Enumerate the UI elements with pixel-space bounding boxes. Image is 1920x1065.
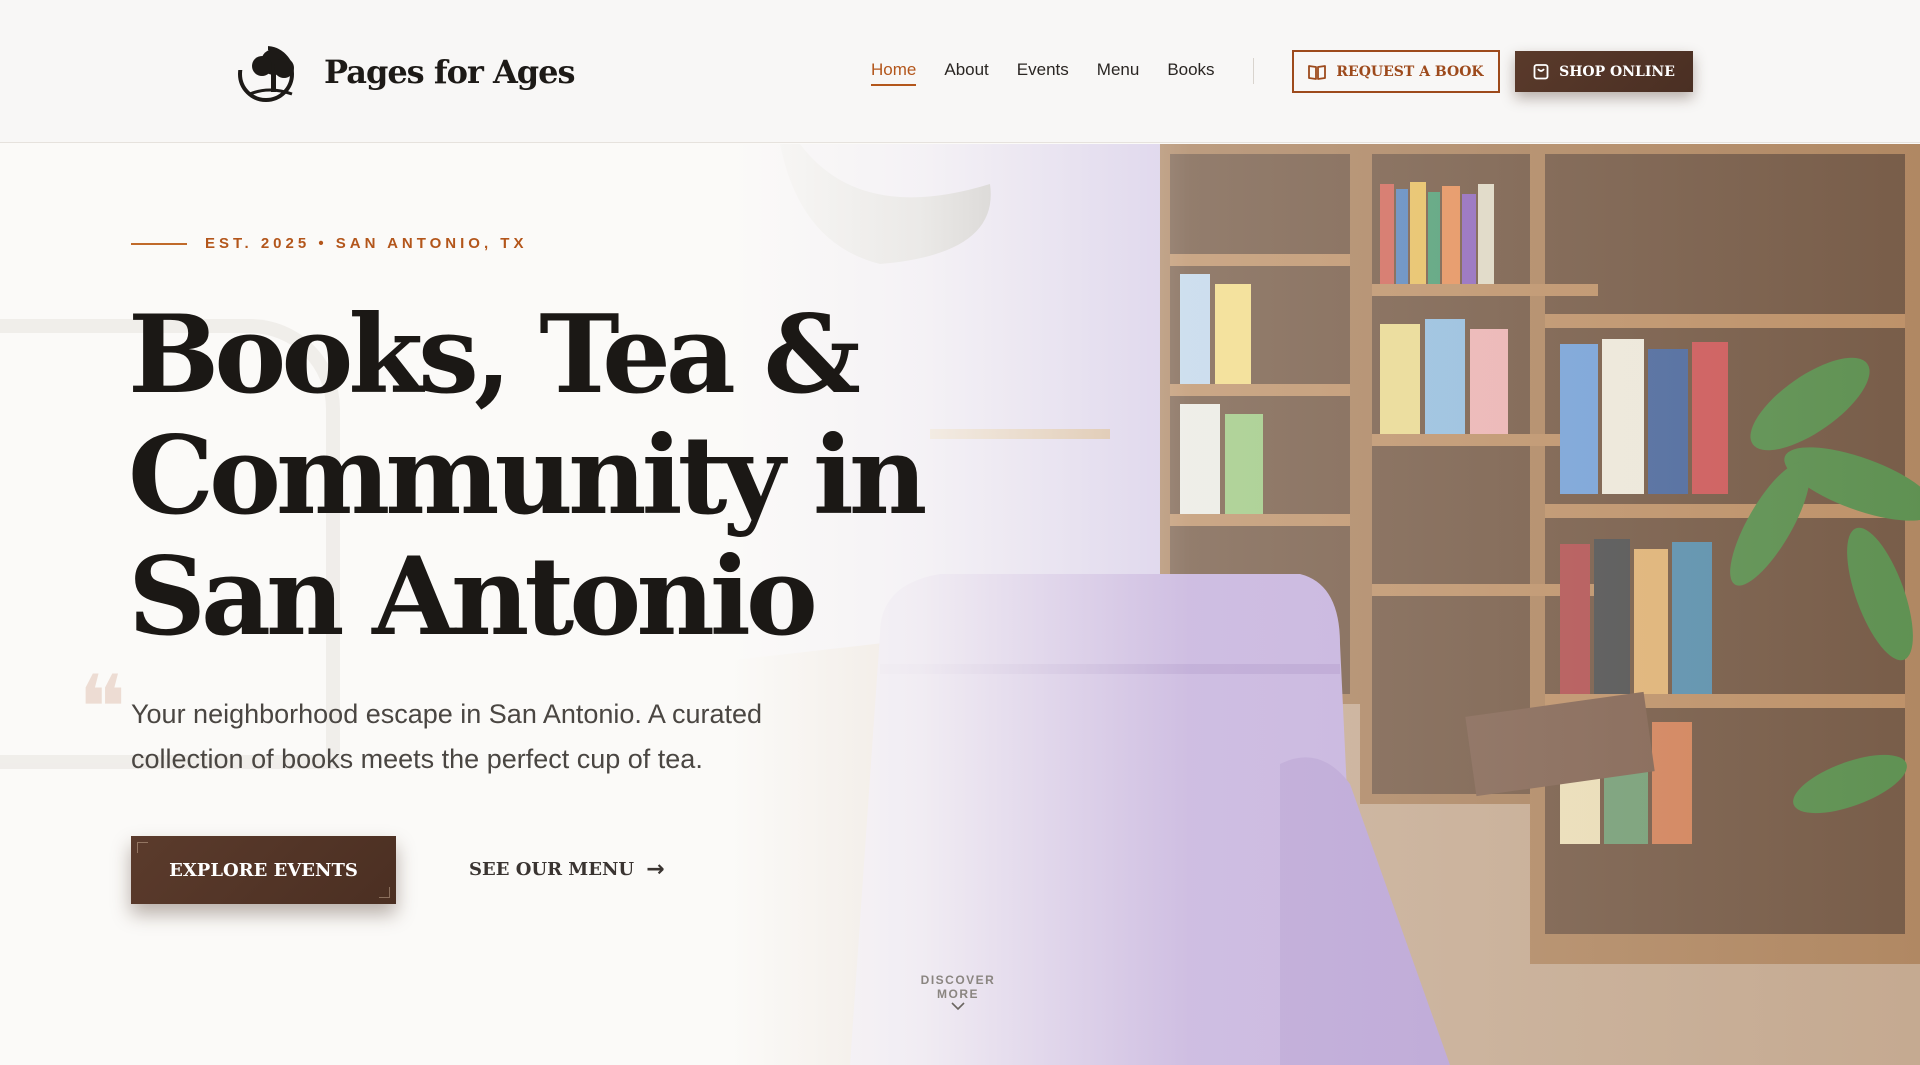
see-menu-link[interactable]: SEE OUR MENU → (469, 857, 665, 882)
chevron-down-icon[interactable] (950, 998, 966, 1014)
book-icon (1308, 64, 1327, 80)
shop-online-label: SHOP ONLINE (1559, 63, 1675, 80)
see-menu-label: SEE OUR MENU (469, 859, 635, 880)
brand-logo[interactable]: Pages for Ages (238, 42, 576, 102)
main-nav: Home About Events Menu Books (871, 60, 1243, 86)
hero-headline: Books, Tea & Community in San Antonio (128, 295, 1088, 658)
nav-item-home[interactable]: Home (871, 60, 917, 86)
hero-eyebrow: EST. 2025 • SAN ANTONIO, TX (131, 235, 527, 252)
logo-tree-icon (238, 42, 294, 102)
shop-online-button[interactable]: SHOP ONLINE (1515, 51, 1693, 92)
arrow-right-icon: → (646, 857, 665, 882)
eyebrow-text: EST. 2025 • SAN ANTONIO, TX (205, 235, 528, 252)
discover-more-link[interactable]: DISCOVER MORE (903, 973, 1013, 1001)
hero-subtext: Your neighborhood escape in San Antonio.… (131, 699, 763, 774)
brand-name: Pages for Ages (324, 53, 576, 91)
explore-events-label: EXPLORE EVENTS (169, 859, 358, 881)
request-book-label: REQUEST A BOOK (1336, 63, 1484, 80)
headline-highlight: Tea (539, 292, 736, 418)
explore-events-button[interactable]: EXPLORE EVENTS (131, 836, 396, 904)
eyebrow-line (131, 242, 187, 245)
nav-divider (1253, 58, 1254, 84)
nav-item-menu[interactable]: Menu (1097, 60, 1140, 86)
nav-item-books[interactable]: Books (1167, 60, 1214, 86)
shopping-bag-icon (1533, 64, 1549, 80)
site-header: Pages for Ages Home About Events Menu Bo… (0, 0, 1920, 143)
quote-icon: ❝ (78, 656, 127, 761)
headline-part1: Books, (128, 292, 540, 418)
request-book-button[interactable]: REQUEST A BOOK (1292, 50, 1500, 93)
nav-item-about[interactable]: About (944, 60, 988, 86)
nav-item-events[interactable]: Events (1017, 60, 1069, 86)
